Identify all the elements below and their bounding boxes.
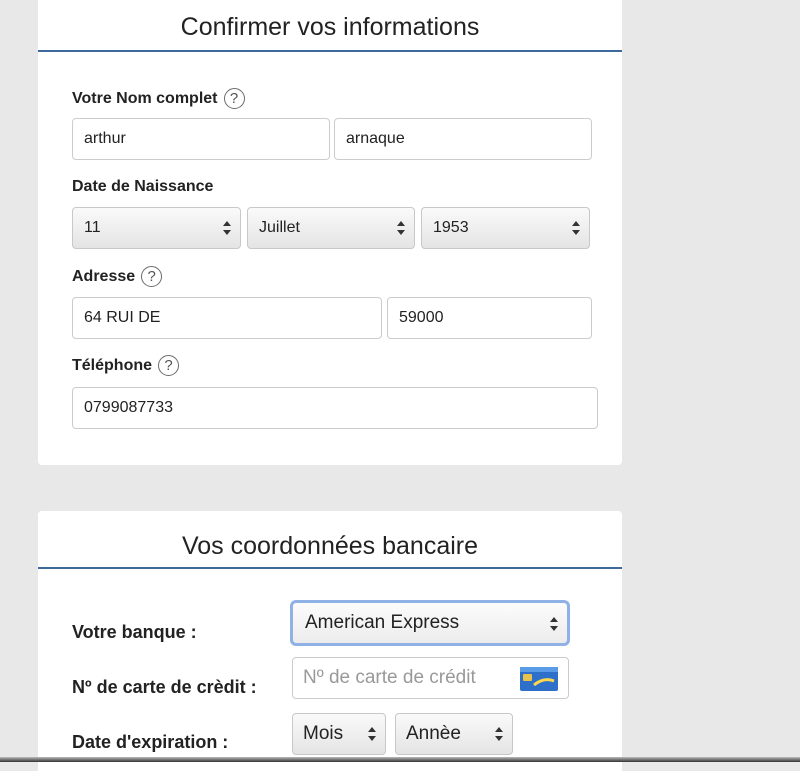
updown-arrows-icon [550,617,558,631]
help-icon[interactable]: ? [158,355,180,376]
full-name-label-row: Votre Nom complet ? [72,88,245,109]
expiry-month-value: Mois [303,723,344,744]
dob-label: Date de Naissance [72,178,213,196]
card-number-placeholder: Nº de carte de crédit [303,667,476,688]
bank-info-title: Vos coordonnées bancaire [38,511,622,569]
expiry-label: Date d'expiration : [72,732,229,752]
expiry-year-select[interactable]: Annèe [395,713,513,755]
phone-label: Téléphone [72,356,153,374]
bank-select-value: American Express [305,612,460,633]
bank-info-panel: Vos coordonnées bancaire Votre banque : … [38,511,622,771]
first-name-input[interactable]: arthur [72,118,330,160]
help-icon[interactable]: ? [141,266,163,287]
last-name-input[interactable]: arnaque [334,118,592,160]
phone-input[interactable]: 0799087733 [72,387,598,429]
expiry-year-value: Annèe [406,723,461,744]
dob-day-select[interactable]: 11 [72,207,241,249]
updown-arrows-icon [223,221,231,235]
updown-arrows-icon [397,221,405,235]
help-icon[interactable]: ? [223,88,245,109]
dob-label-text: Date de Naissance [72,178,214,195]
postcode-input[interactable]: 59000 [387,297,592,339]
address-input[interactable]: 64 RUI DE [72,297,382,339]
card-number-input[interactable]: Nº de carte de crédit [292,657,569,699]
dob-year-select[interactable]: 1953 [421,207,590,249]
updown-arrows-icon [495,727,503,741]
card-number-label: Nº de carte de crèdit : [72,677,257,697]
updown-arrows-icon [572,221,580,235]
address-label: Adresse [72,267,136,285]
phone-label-row: Téléphone ? [72,355,180,376]
expiry-month-select[interactable]: Mois [292,713,386,755]
dob-month-select[interactable]: Juillet [247,207,415,249]
bank-select[interactable]: American Express [290,600,570,646]
personal-info-title: Confirmer vos informations [38,0,622,52]
dob-day-value: 11 [84,219,101,236]
full-name-label: Votre Nom complet [72,89,218,107]
dob-month-value: Juillet [259,219,300,236]
address-label-row: Adresse ? [72,266,163,287]
personal-info-panel: Confirmer vos informations Votre Nom com… [38,0,622,465]
updown-arrows-icon [368,727,376,741]
dob-year-value: 1953 [433,219,469,236]
credit-card-icon [520,667,558,691]
bank-label: Votre banque : [72,622,197,642]
window-bottom-edge [0,757,800,762]
